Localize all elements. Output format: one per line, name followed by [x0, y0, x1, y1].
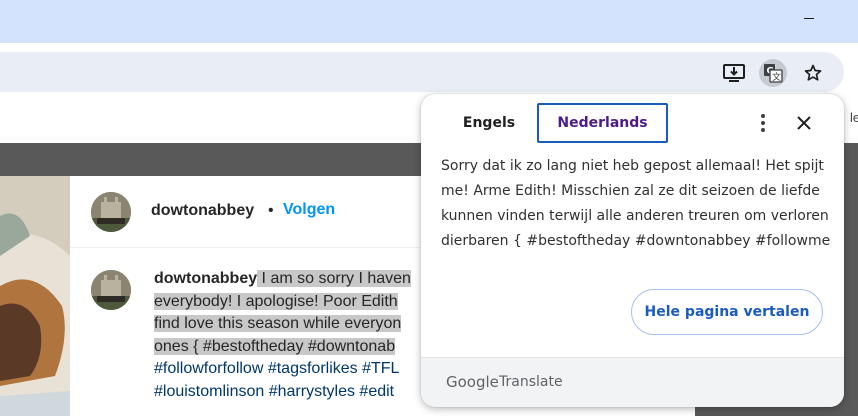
caption-line: everybody! I apologise! Poor Edith: [154, 292, 398, 310]
comment-avatar[interactable]: [91, 270, 131, 310]
hashtag-line[interactable]: #followforfollow #tagsforlikes #TFL: [154, 360, 399, 377]
translate-footer: Google Translate: [421, 357, 844, 407]
translate-bubble: Engels Nederlands Sorry dat ik zo lang n…: [421, 94, 844, 407]
separator-dot: •: [268, 202, 274, 219]
post-image[interactable]: [0, 176, 70, 416]
browser-title-bar: [0, 0, 858, 43]
translate-page-button[interactable]: Hele pagina vertalen: [631, 289, 823, 335]
caption-username[interactable]: dowtonabbey: [154, 270, 257, 287]
install-app-icon[interactable]: [720, 59, 748, 87]
hashtag-line[interactable]: #louistomlinson #harrystyles #edit: [154, 383, 394, 400]
translate-product-name: Translate: [499, 374, 563, 390]
caption-line: I am so sorry I haven: [257, 270, 411, 287]
page-edge-text: le: [850, 110, 858, 125]
translated-text: Sorry dat ik zo lang niet heb gepost all…: [441, 158, 831, 249]
caption-line: ones { #bestoftheday #downtonab: [154, 337, 396, 355]
bookmark-star-icon[interactable]: [799, 59, 827, 87]
close-icon[interactable]: [793, 112, 815, 134]
avatar[interactable]: [91, 192, 131, 232]
tab-target-language[interactable]: Nederlands: [537, 103, 668, 143]
post-author-username[interactable]: dowtonabbey: [151, 202, 254, 220]
tab-source-language[interactable]: Engels: [439, 103, 539, 143]
more-options-icon[interactable]: [751, 110, 775, 136]
address-bar[interactable]: [0, 52, 844, 92]
google-logo: Google: [446, 373, 499, 391]
translate-icon[interactable]: G 文: [759, 59, 787, 87]
caption-line: find love this season while everyon: [154, 315, 402, 332]
follow-button[interactable]: Volgen: [283, 201, 335, 219]
minimize-icon[interactable]: [800, 12, 820, 26]
svg-text:文: 文: [772, 71, 781, 83]
browser-toolbar: G 文: [0, 43, 858, 100]
